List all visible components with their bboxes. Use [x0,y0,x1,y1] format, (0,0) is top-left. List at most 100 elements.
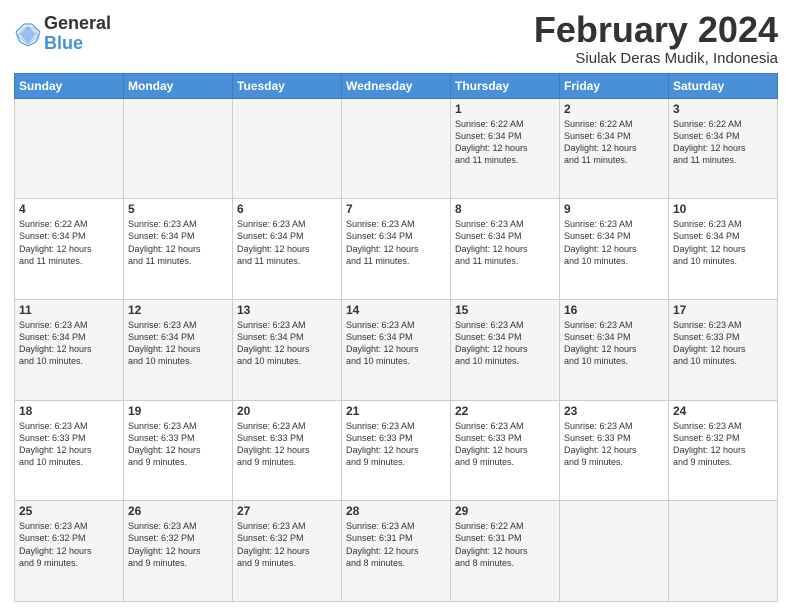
day-number: 24 [673,404,773,418]
day-info: Sunrise: 6:23 AMSunset: 6:33 PMDaylight:… [673,319,773,368]
day-number: 2 [564,102,664,116]
day-info: Sunrise: 6:23 AMSunset: 6:34 PMDaylight:… [673,218,773,267]
day-number: 21 [346,404,446,418]
calendar-week-row: 25 Sunrise: 6:23 AMSunset: 6:32 PMDayligh… [15,501,778,602]
calendar-week-row: 1 Sunrise: 6:22 AMSunset: 6:34 PMDaylight… [15,98,778,199]
weekday-header: Friday [560,73,669,98]
day-number: 1 [455,102,555,116]
calendar-cell: 27Sunrise: 6:23 AMSunset: 6:32 PMDayligh… [233,501,342,602]
day-number: 17 [673,303,773,317]
calendar-table: SundayMondayTuesdayWednesdayThursdayFrid… [14,73,778,602]
day-number: 18 [19,404,119,418]
day-number: 9 [564,202,664,216]
weekday-header: Tuesday [233,73,342,98]
calendar-cell: 2 Sunrise: 6:22 AMSunset: 6:34 PMDaylight… [560,98,669,199]
day-info: Sunrise: 6:23 AMSunset: 6:32 PMDaylight:… [237,520,337,569]
calendar-cell: 6Sunrise: 6:23 AMSunset: 6:34 PMDaylight… [233,199,342,300]
calendar-cell: 25Sunrise: 6:23 AMSunset: 6:32 PMDayligh… [15,501,124,602]
weekday-row: SundayMondayTuesdayWednesdayThursdayFrid… [15,73,778,98]
day-info: Sunrise: 6:23 AMSunset: 6:31 PMDaylight:… [346,520,446,569]
day-info: Sunrise: 6:23 AMSunset: 6:34 PMDaylight:… [128,319,228,368]
day-number: 25 [19,504,119,518]
calendar-cell: 8Sunrise: 6:23 AMSunset: 6:34 PMDaylight… [451,199,560,300]
day-info: Sunrise: 6:22 AMSunset: 6:34 PMDaylight:… [455,118,555,167]
calendar-cell: 23 Sunrise: 6:23 AMSunset: 6:33 PMDayligh… [560,400,669,501]
day-number: 10 [673,202,773,216]
calendar-cell: 20 Sunrise: 6:23 AMSunset: 6:33 PMDayligh… [233,400,342,501]
day-info: Sunrise: 6:23 AMSunset: 6:34 PMDaylight:… [564,218,664,267]
weekday-header: Thursday [451,73,560,98]
calendar-cell: 7Sunrise: 6:23 AMSunset: 6:34 PMDaylight… [342,199,451,300]
calendar-cell [233,98,342,199]
day-info: Sunrise: 6:23 AMSunset: 6:33 PMDaylight:… [346,420,446,469]
calendar-week-row: 11Sunrise: 6:23 AMSunset: 6:34 PMDayligh… [15,299,778,400]
day-number: 29 [455,504,555,518]
calendar-cell [124,98,233,199]
day-info: Sunrise: 6:22 AMSunset: 6:34 PMDaylight:… [673,118,773,167]
calendar-cell: 13 Sunrise: 6:23 AMSunset: 6:34 PMDayligh… [233,299,342,400]
calendar-cell: 26 Sunrise: 6:23 AMSunset: 6:32 PMDayligh… [124,501,233,602]
day-number: 16 [564,303,664,317]
calendar-cell: 16 Sunrise: 6:23 AMSunset: 6:34 PMDayligh… [560,299,669,400]
title-block: February 2024 Siulak Deras Mudik, Indone… [534,10,778,67]
day-number: 23 [564,404,664,418]
calendar-cell: 18Sunrise: 6:23 AMSunset: 6:33 PMDayligh… [15,400,124,501]
day-info: Sunrise: 6:22 AMSunset: 6:31 PMDaylight:… [455,520,555,569]
calendar-cell: 5Sunrise: 6:23 AMSunset: 6:34 PMDaylight… [124,199,233,300]
logo-blue: Blue [44,34,111,54]
calendar-cell: 24 Sunrise: 6:23 AMSunset: 6:32 PMDayligh… [669,400,778,501]
subtitle: Siulak Deras Mudik, Indonesia [534,50,778,67]
logo: General Blue [14,14,111,54]
day-number: 8 [455,202,555,216]
day-info: Sunrise: 6:23 AMSunset: 6:34 PMDaylight:… [346,218,446,267]
calendar-cell: 11Sunrise: 6:23 AMSunset: 6:34 PMDayligh… [15,299,124,400]
day-number: 14 [346,303,446,317]
day-number: 5 [128,202,228,216]
day-info: Sunrise: 6:23 AMSunset: 6:33 PMDaylight:… [564,420,664,469]
calendar-cell: 4 Sunrise: 6:22 AMSunset: 6:34 PMDaylight… [15,199,124,300]
calendar-cell: 22Sunrise: 6:23 AMSunset: 6:33 PMDayligh… [451,400,560,501]
day-number: 4 [19,202,119,216]
day-number: 3 [673,102,773,116]
calendar-cell: 3 Sunrise: 6:22 AMSunset: 6:34 PMDaylight… [669,98,778,199]
day-number: 20 [237,404,337,418]
day-info: Sunrise: 6:23 AMSunset: 6:33 PMDaylight:… [455,420,555,469]
day-number: 26 [128,504,228,518]
calendar-body: 1 Sunrise: 6:22 AMSunset: 6:34 PMDaylight… [15,98,778,601]
logo-text: General Blue [44,14,111,54]
day-number: 19 [128,404,228,418]
logo-icon [14,20,42,48]
header: General Blue February 2024 Siulak Deras … [14,10,778,67]
day-info: Sunrise: 6:23 AMSunset: 6:34 PMDaylight:… [19,319,119,368]
calendar-cell: 21 Sunrise: 6:23 AMSunset: 6:33 PMDayligh… [342,400,451,501]
day-info: Sunrise: 6:22 AMSunset: 6:34 PMDaylight:… [564,118,664,167]
day-number: 15 [455,303,555,317]
calendar-header: SundayMondayTuesdayWednesdayThursdayFrid… [15,73,778,98]
main-title: February 2024 [534,10,778,50]
calendar-cell [669,501,778,602]
day-info: Sunrise: 6:23 AMSunset: 6:32 PMDaylight:… [673,420,773,469]
calendar-cell: 1 Sunrise: 6:22 AMSunset: 6:34 PMDaylight… [451,98,560,199]
calendar-week-row: 18 Sunrise: 6:23 AMSunset: 6:33 PMDayligh… [15,400,778,501]
calendar-week-row: 4 Sunrise: 6:22 AMSunset: 6:34 PMDaylight… [15,199,778,300]
calendar-cell: 29 Sunrise: 6:22 AMSunset: 6:31 PMDayligh… [451,501,560,602]
weekday-header: Sunday [15,73,124,98]
day-info: Sunrise: 6:23 AMSunset: 6:34 PMDaylight:… [346,319,446,368]
day-info: Sunrise: 6:23 AMSunset: 6:33 PMDaylight:… [128,420,228,469]
calendar-cell: 19 Sunrise: 6:23 AMSunset: 6:33 PMDayligh… [124,400,233,501]
weekday-header: Wednesday [342,73,451,98]
calendar-cell: 28 Sunrise: 6:23 AMSunset: 6:31 PMDayligh… [342,501,451,602]
calendar-cell [15,98,124,199]
day-number: 28 [346,504,446,518]
day-info: Sunrise: 6:23 AMSunset: 6:32 PMDaylight:… [128,520,228,569]
logo-general: General [44,14,111,34]
day-info: Sunrise: 6:22 AMSunset: 6:34 PMDaylight:… [19,218,119,267]
day-info: Sunrise: 6:23 AMSunset: 6:34 PMDaylight:… [237,319,337,368]
day-info: Sunrise: 6:23 AMSunset: 6:34 PMDaylight:… [564,319,664,368]
day-number: 13 [237,303,337,317]
calendar-cell [560,501,669,602]
calendar-cell: 15Sunrise: 6:23 AMSunset: 6:34 PMDayligh… [451,299,560,400]
calendar-cell: 12Sunrise: 6:23 AMSunset: 6:34 PMDayligh… [124,299,233,400]
calendar-cell [342,98,451,199]
day-info: Sunrise: 6:23 AMSunset: 6:33 PMDaylight:… [237,420,337,469]
